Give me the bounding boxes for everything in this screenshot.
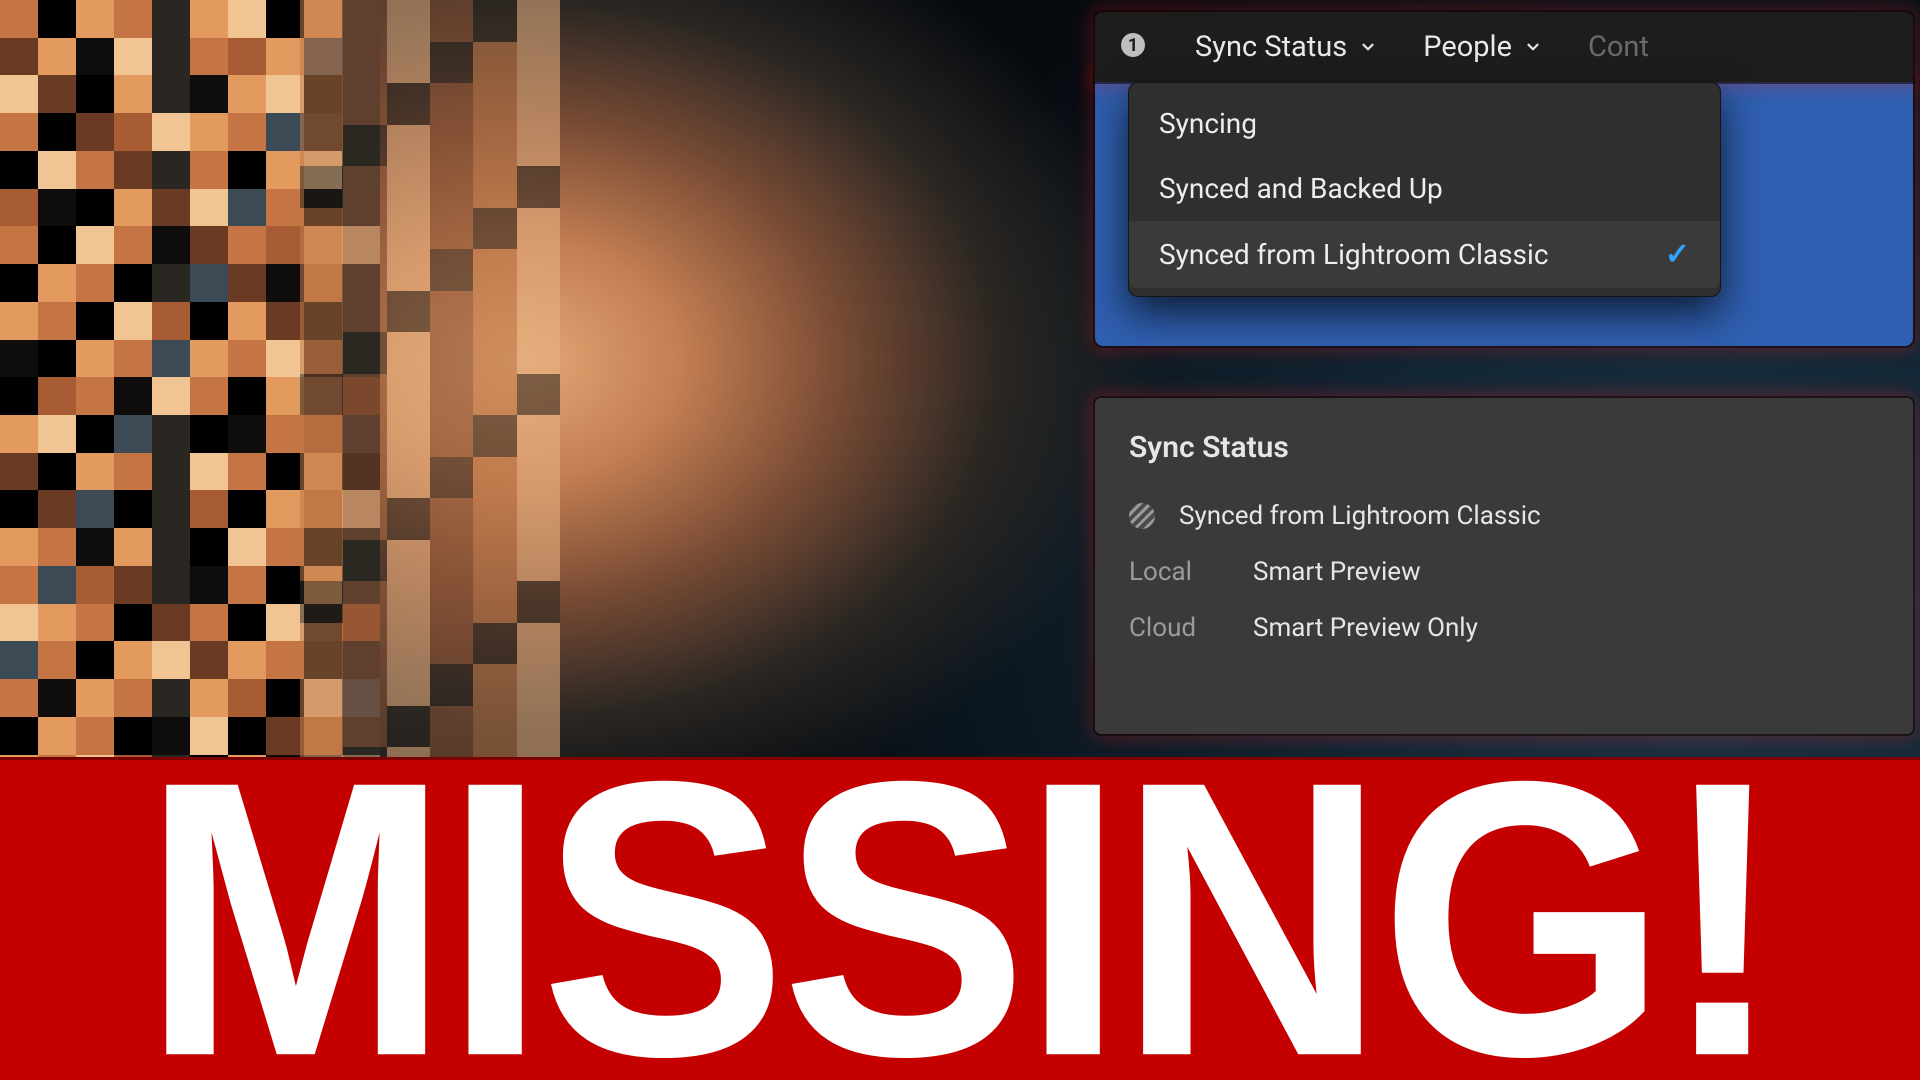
dropdown-item-syncing[interactable]: Syncing bbox=[1129, 91, 1720, 156]
filter-bar: 1 Sync Status People Cont bbox=[1095, 12, 1913, 82]
sync-status-filter-label: Sync Status bbox=[1195, 30, 1347, 64]
local-label: Local bbox=[1129, 557, 1229, 587]
people-filter-button[interactable]: People bbox=[1423, 30, 1542, 64]
sync-status-value: Synced from Lightroom Classic bbox=[1179, 501, 1541, 531]
truncated-filter-label: Cont bbox=[1588, 30, 1649, 64]
dropdown-item-label: Synced from Lightroom Classic bbox=[1159, 238, 1548, 271]
chevron-down-icon bbox=[1359, 38, 1377, 56]
info-panel-title: Sync Status bbox=[1129, 430, 1879, 465]
people-filter-label: People bbox=[1423, 30, 1512, 64]
sync-status-filter-button[interactable]: Sync Status bbox=[1195, 30, 1377, 64]
chevron-down-icon bbox=[1524, 38, 1542, 56]
sync-status-dropdown: Syncing Synced and Backed Up Synced from… bbox=[1128, 82, 1721, 297]
filter-count-badge: 1 bbox=[1121, 33, 1145, 57]
dropdown-item-label: Syncing bbox=[1159, 107, 1257, 140]
missing-banner: MISSING! bbox=[0, 760, 1920, 1080]
dropdown-item-label: Synced and Backed Up bbox=[1159, 172, 1443, 205]
cloud-value: Smart Preview Only bbox=[1253, 613, 1478, 643]
sync-status-info-panel: Sync Status Synced from Lightroom Classi… bbox=[1095, 398, 1913, 734]
cloud-label: Cloud bbox=[1129, 613, 1229, 643]
missing-banner-text: MISSING! bbox=[142, 724, 1779, 1080]
local-value: Smart Preview bbox=[1253, 557, 1421, 587]
truncated-filter-button[interactable]: Cont bbox=[1588, 30, 1649, 64]
dropdown-item-synced-backed-up[interactable]: Synced and Backed Up bbox=[1129, 156, 1720, 221]
hatched-circle-icon bbox=[1129, 503, 1155, 529]
dropdown-item-synced-lr-classic[interactable]: Synced from Lightroom Classic ✓ bbox=[1129, 221, 1720, 288]
check-icon: ✓ bbox=[1665, 237, 1690, 272]
